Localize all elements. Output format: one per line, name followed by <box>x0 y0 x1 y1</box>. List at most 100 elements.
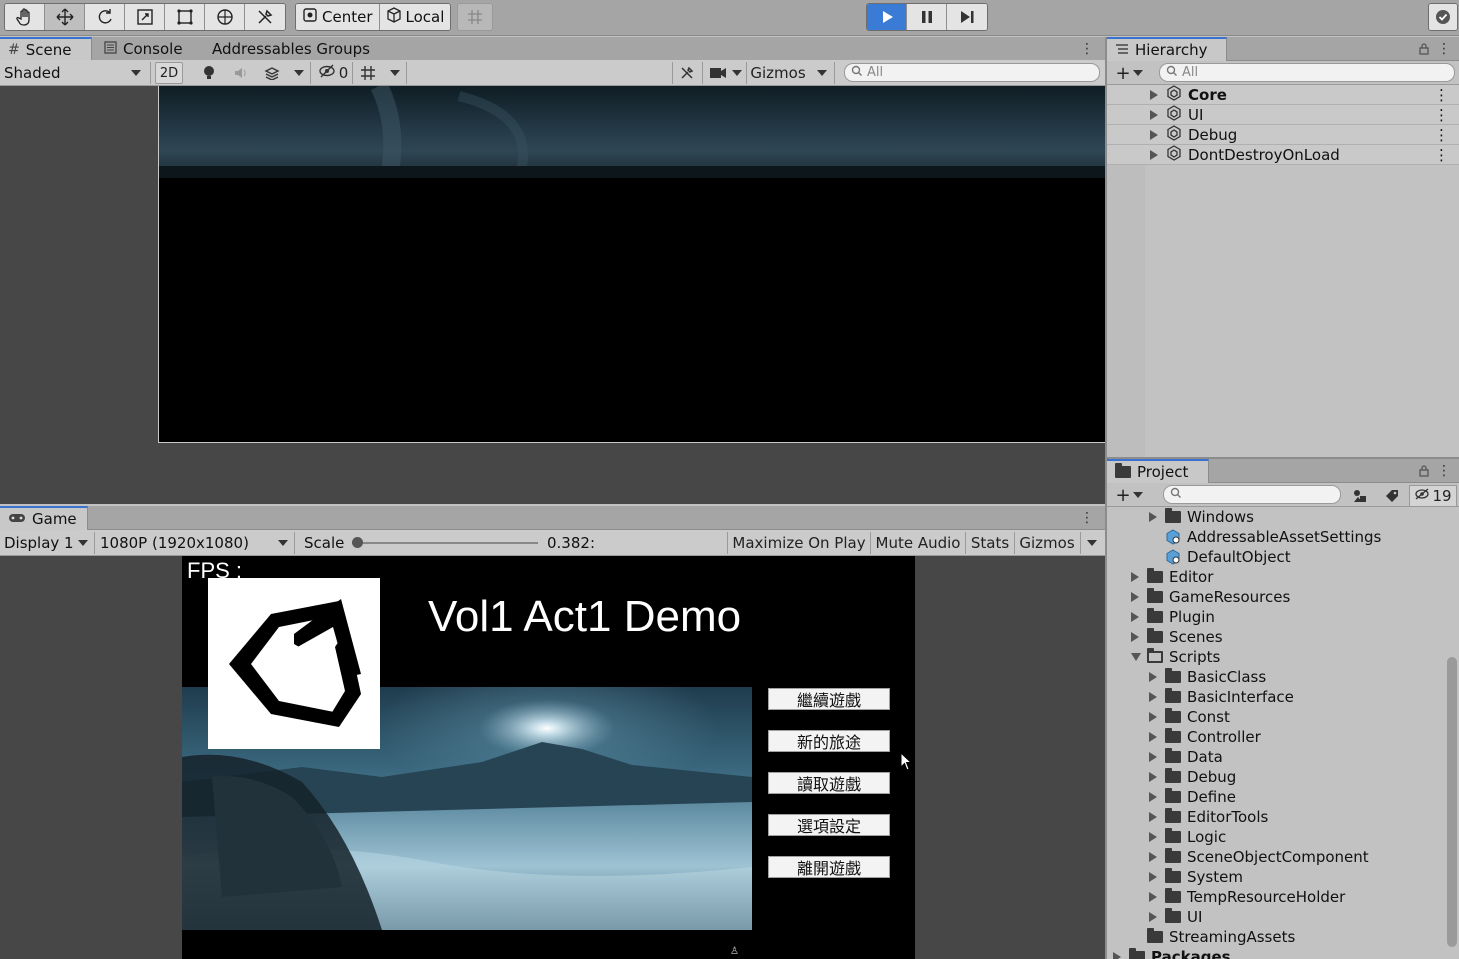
effects-toggle-icon[interactable] <box>260 62 284 84</box>
hand-tool-icon[interactable] <box>5 4 45 30</box>
tab-project[interactable]: Project <box>1107 459 1209 483</box>
project-item-scenes[interactable]: Scenes <box>1131 627 1223 647</box>
expand-arrow-icon[interactable] <box>1131 632 1141 642</box>
project-item-windows[interactable]: Windows <box>1149 507 1254 527</box>
camera-icon[interactable] <box>707 62 729 84</box>
tab-scene[interactable]: # Scene <box>0 37 92 61</box>
load-game-button[interactable]: 讀取遊戲 <box>768 772 890 794</box>
expand-arrow-icon[interactable] <box>1149 772 1159 782</box>
lock-icon[interactable] <box>1417 461 1431 481</box>
game-gizmos-dropdown-icon[interactable] <box>1083 532 1101 554</box>
gizmos-dropdown-icon[interactable] <box>812 62 832 84</box>
more-options-icon[interactable]: ⋮ <box>1434 86 1449 104</box>
expand-arrow-icon[interactable] <box>1149 852 1159 862</box>
lock-icon[interactable] <box>1417 39 1431 59</box>
audio-toggle-icon[interactable] <box>229 62 253 84</box>
move-tool-icon[interactable] <box>45 4 85 30</box>
project-item-data[interactable]: Data <box>1149 747 1223 767</box>
search-by-type-icon[interactable] <box>1347 485 1373 507</box>
search-by-label-icon[interactable] <box>1379 485 1405 507</box>
more-options-icon[interactable]: ⋮ <box>1434 126 1449 144</box>
project-item-plugin[interactable]: Plugin <box>1131 607 1215 627</box>
hierarchy-menu-icon[interactable]: ⋮ <box>1437 39 1451 59</box>
project-item-addressableassetsettings[interactable]: AddressableAssetSettings <box>1149 527 1381 547</box>
project-search-input[interactable] <box>1163 485 1341 504</box>
pivot-local-button[interactable]: Local <box>379 4 451 30</box>
tab-hierarchy[interactable]: Hierarchy <box>1107 37 1227 61</box>
hierarchy-item-debug[interactable]: Debug ⋮ <box>1107 124 1459 145</box>
tools-icon[interactable] <box>676 62 698 84</box>
tab-addressables-groups[interactable]: Addressables Groups <box>204 37 378 61</box>
project-item-ui[interactable]: UI <box>1149 907 1202 927</box>
expand-arrow-icon[interactable] <box>1149 912 1159 922</box>
scale-slider-handle[interactable] <box>352 537 363 548</box>
continue-game-button[interactable]: 繼續遊戲 <box>768 688 890 710</box>
lighting-toggle-icon[interactable] <box>197 62 221 84</box>
tab-console[interactable]: Console <box>96 37 191 61</box>
hidden-packages-toggle[interactable]: 19 <box>1409 485 1457 507</box>
cloud-check-icon[interactable] <box>1429 4 1457 30</box>
exit-game-button[interactable]: 離開遊戲 <box>768 856 890 878</box>
expand-arrow-icon[interactable] <box>1131 612 1141 622</box>
tab-game[interactable]: Game <box>0 506 88 530</box>
step-button[interactable] <box>947 4 987 30</box>
project-item-streamingassets[interactable]: StreamingAssets <box>1131 927 1295 947</box>
mute-audio-toggle[interactable]: Mute Audio <box>872 532 964 554</box>
effects-dropdown-icon[interactable] <box>290 62 308 84</box>
display-dropdown[interactable]: Display 1 <box>0 532 92 554</box>
expand-arrow-icon[interactable] <box>1131 592 1141 602</box>
game-panel-menu-icon[interactable]: ⋮ <box>1080 508 1094 528</box>
project-item-sceneobjectcomponent[interactable]: SceneObjectComponent <box>1149 847 1369 867</box>
game-viewport[interactable]: FPS : Vol1 Act1 Demo 繼續遊戲 新的旅途 讀取遊戲 選項設定… <box>0 556 1105 959</box>
more-options-icon[interactable]: ⋮ <box>1434 146 1449 164</box>
project-item-scripts[interactable]: Scripts <box>1131 647 1220 667</box>
hierarchy-search-input[interactable]: All <box>1159 63 1455 82</box>
shading-mode-dropdown[interactable]: Shaded <box>0 62 145 84</box>
project-item-basicclass[interactable]: BasicClass <box>1149 667 1266 687</box>
project-item-packages[interactable]: Packages <box>1113 947 1231 959</box>
project-item-gameresources[interactable]: GameResources <box>1131 587 1290 607</box>
project-item-const[interactable]: Const <box>1149 707 1230 727</box>
project-item-editortools[interactable]: EditorTools <box>1149 807 1268 827</box>
scale-tool-icon[interactable] <box>125 4 165 30</box>
scene-viewport[interactable] <box>0 86 1105 504</box>
project-menu-icon[interactable]: ⋮ <box>1437 461 1451 481</box>
project-item-system[interactable]: System <box>1149 867 1243 887</box>
game-gizmos-button[interactable]: Gizmos <box>1016 532 1078 554</box>
expand-arrow-icon[interactable] <box>1149 672 1159 682</box>
expand-arrow-icon[interactable] <box>1149 512 1159 522</box>
expand-arrow-icon[interactable] <box>1149 692 1159 702</box>
expand-arrow-icon[interactable] <box>1149 812 1159 822</box>
hierarchy-item-core[interactable]: Core ⋮ <box>1107 84 1459 105</box>
grid-snap-icon[interactable] <box>458 4 492 30</box>
new-journey-button[interactable]: 新的旅途 <box>768 730 890 752</box>
expand-arrow-icon[interactable] <box>1149 872 1159 882</box>
custom-tools-icon[interactable] <box>245 4 285 30</box>
hierarchy-item-ui[interactable]: UI ⋮ <box>1107 104 1459 125</box>
project-scrollbar[interactable] <box>1447 657 1457 947</box>
grid-dropdown-icon[interactable] <box>386 62 404 84</box>
expand-arrow-icon[interactable] <box>1149 752 1159 762</box>
rect-tool-icon[interactable] <box>165 4 205 30</box>
create-object-button[interactable]: + <box>1113 62 1145 84</box>
options-button[interactable]: 選項設定 <box>768 814 890 836</box>
project-item-controller[interactable]: Controller <box>1149 727 1261 747</box>
pivot-center-button[interactable]: Center <box>296 4 380 30</box>
stats-toggle[interactable]: Stats <box>967 532 1013 554</box>
project-item-logic[interactable]: Logic <box>1149 827 1226 847</box>
scene-panel-menu-icon[interactable]: ⋮ <box>1080 39 1094 59</box>
project-item-debug[interactable]: Debug <box>1149 767 1236 787</box>
more-options-icon[interactable]: ⋮ <box>1434 106 1449 124</box>
scene-search-input[interactable]: All <box>844 63 1100 82</box>
camera-dropdown-icon[interactable] <box>729 62 745 84</box>
hierarchy-item-dontdestroyonload[interactable]: DontDestroyOnLoad ⋮ <box>1107 144 1459 165</box>
project-item-defaultobject[interactable]: DefaultObject <box>1149 547 1291 567</box>
project-item-editor[interactable]: Editor <box>1131 567 1213 587</box>
expand-arrow-icon[interactable] <box>1149 732 1159 742</box>
expand-arrow-icon[interactable] <box>1149 792 1159 802</box>
resolution-dropdown[interactable]: 1080P (1920x1080) <box>96 532 292 554</box>
expand-arrow-icon[interactable] <box>1149 712 1159 722</box>
gizmos-button[interactable]: Gizmos <box>748 62 808 84</box>
collapse-arrow-icon[interactable] <box>1131 653 1141 661</box>
toggle-2d-button[interactable]: 2D <box>155 62 183 84</box>
